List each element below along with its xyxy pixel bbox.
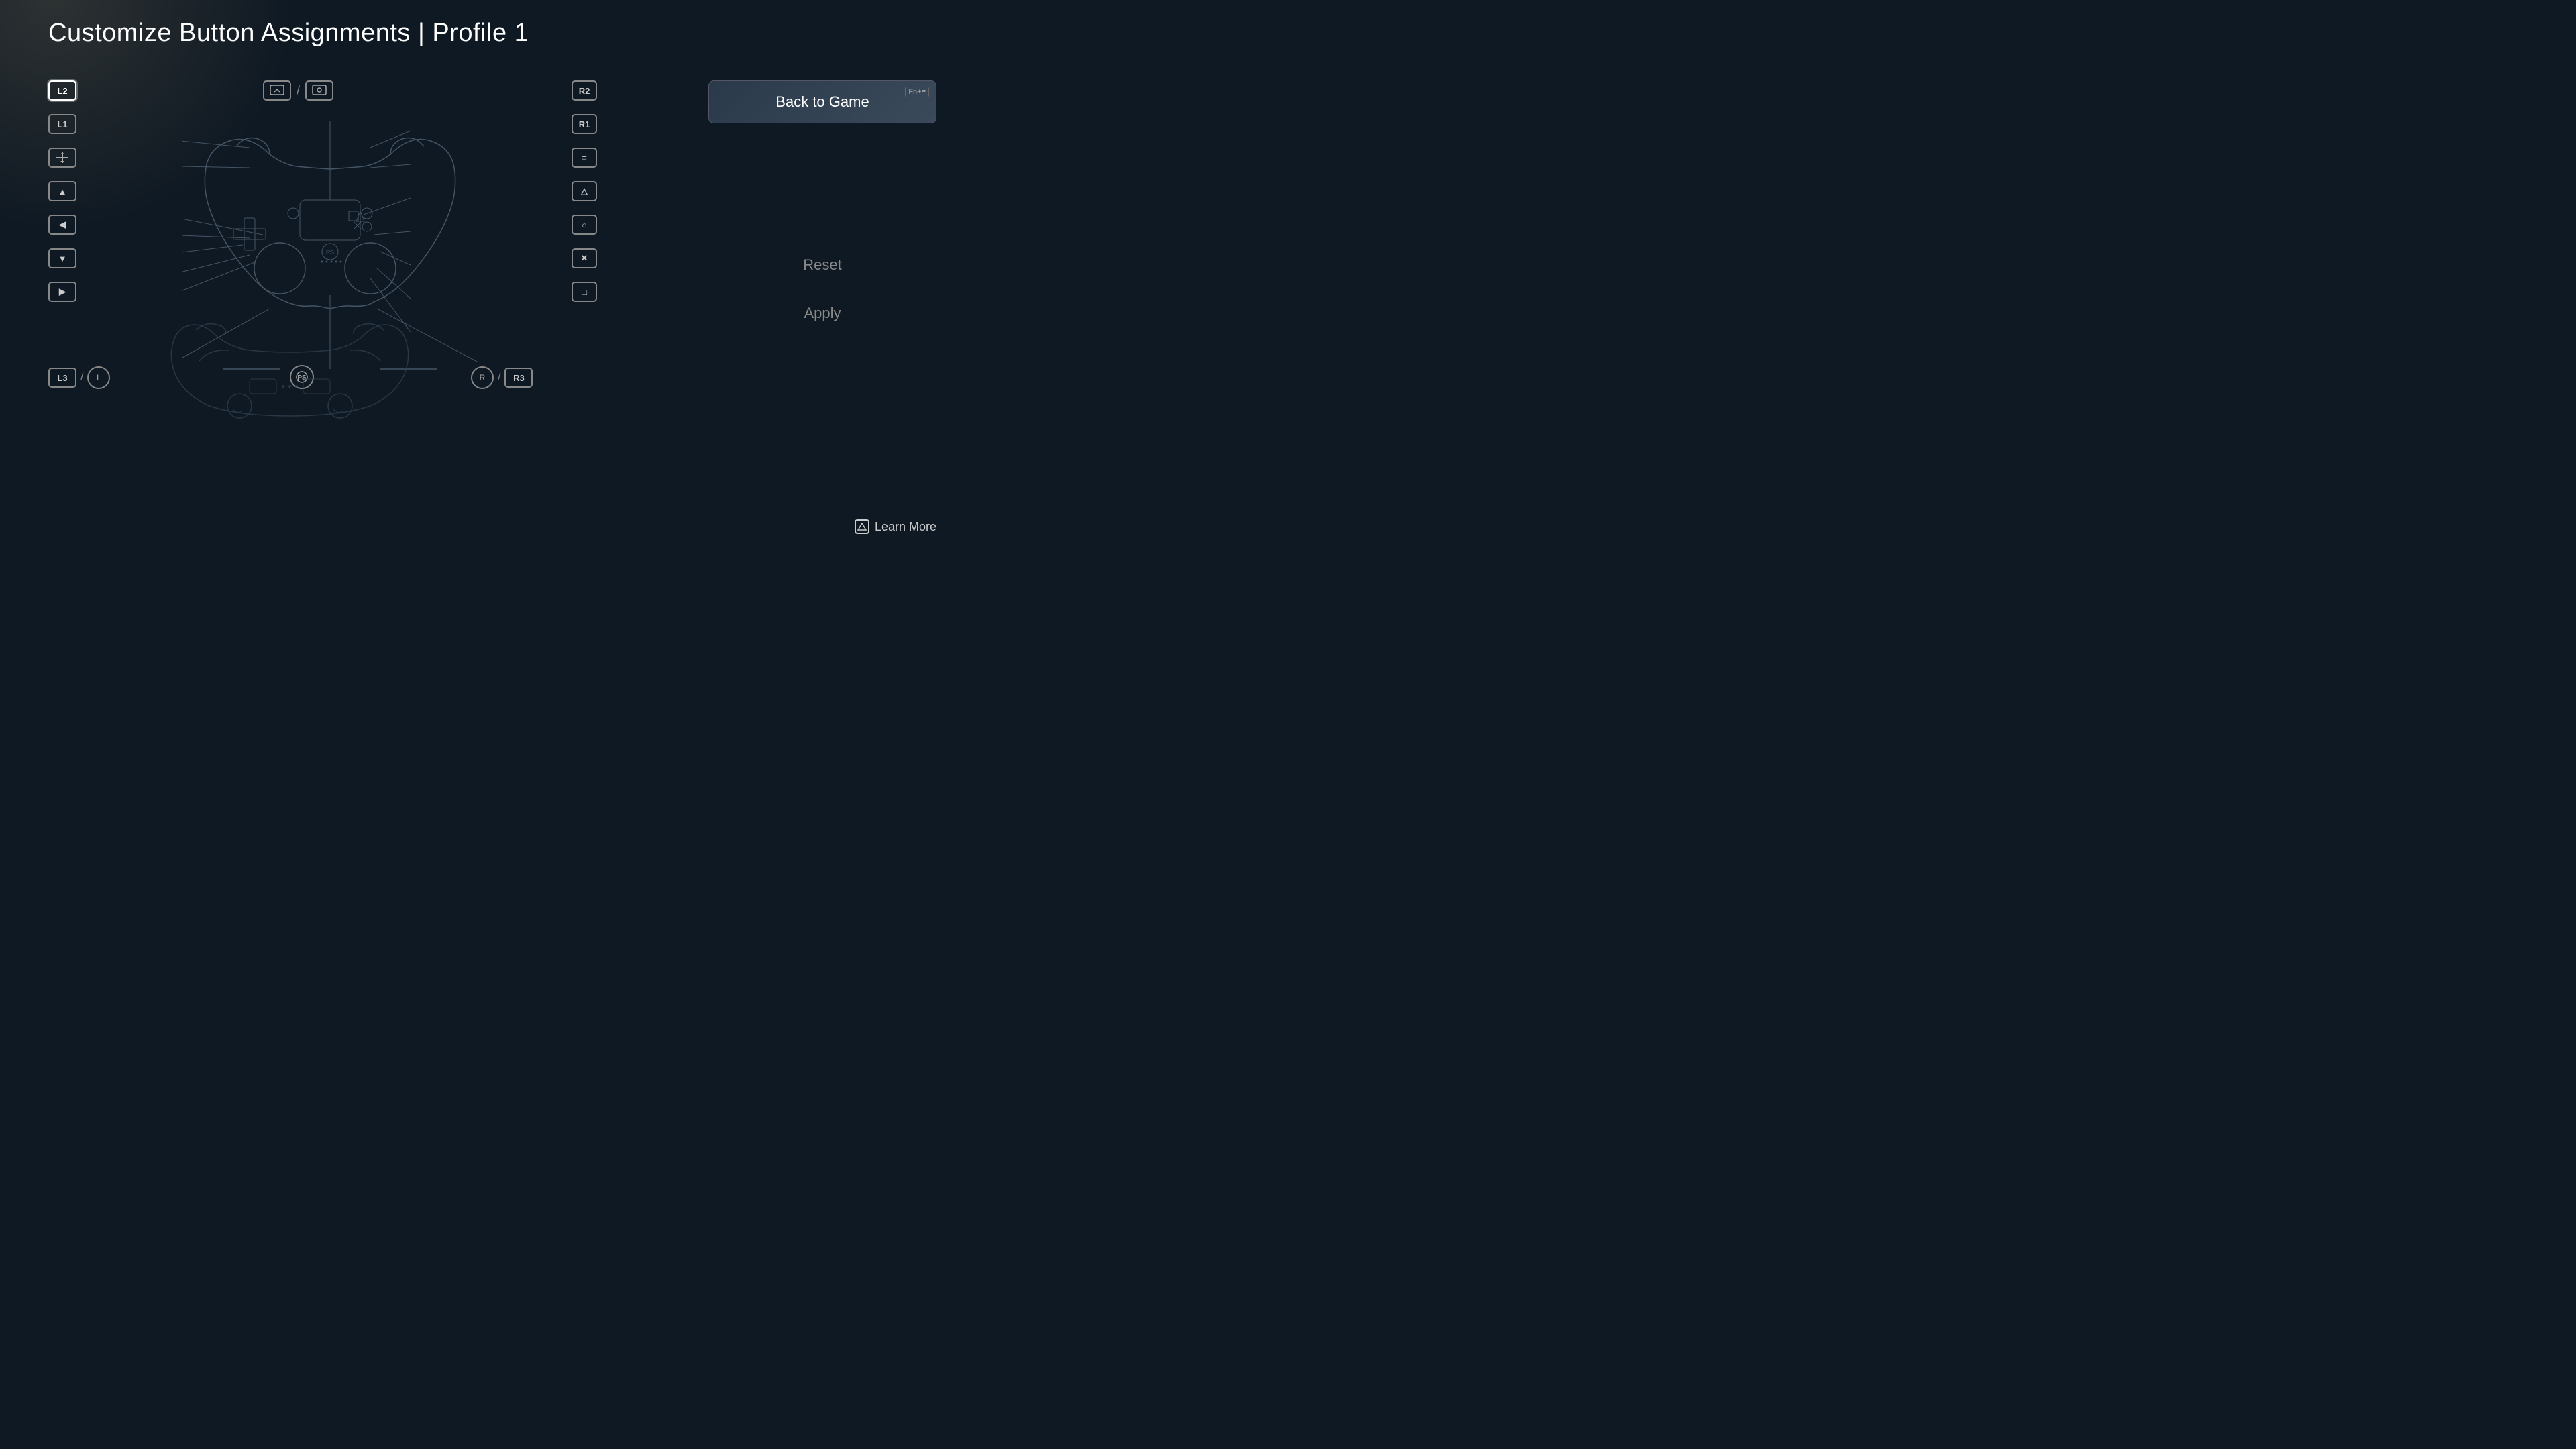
left-joystick-icon[interactable]: L xyxy=(87,366,110,389)
square-button[interactable]: □ xyxy=(572,282,597,302)
controller-area: / L2 L1 ▲ ◀ ▼ ▶ R2 xyxy=(48,80,612,396)
dpad-right-button[interactable]: ▶ xyxy=(48,282,76,302)
dpad-down-button[interactable]: ▼ xyxy=(48,248,76,268)
touchpad-area: / xyxy=(263,80,333,101)
right-panel: Fn+≡ Back to Game Reset Apply xyxy=(708,80,936,334)
dpad-left-button[interactable]: ◀ xyxy=(48,215,76,235)
touchpad-sep: / xyxy=(297,84,300,98)
r3-area: R / R3 xyxy=(471,366,533,389)
svg-text:PS: PS xyxy=(326,249,334,256)
page-title: Customize Button Assignments | Profile 1 xyxy=(48,19,529,48)
circle-button[interactable]: ○ xyxy=(572,215,597,235)
dpad-vertical-button[interactable] xyxy=(48,148,76,168)
controller-diagram: PS xyxy=(182,121,478,409)
cross-button[interactable]: ✕ xyxy=(572,248,597,268)
options-button[interactable]: ≡ xyxy=(572,148,597,168)
r2-button[interactable]: R2 xyxy=(572,80,597,101)
l3-area: L3 / L xyxy=(48,366,110,389)
l2-button[interactable]: L2 xyxy=(48,80,76,101)
touchpad-icon-2[interactable] xyxy=(305,80,333,101)
triangle-icon xyxy=(855,519,869,534)
fn-badge: Fn+≡ xyxy=(905,87,929,97)
reset-button[interactable]: Reset xyxy=(708,244,936,286)
dpad-up-button[interactable]: ▲ xyxy=(48,181,76,201)
r1-button[interactable]: R1 xyxy=(572,114,597,134)
learn-more-button[interactable]: Learn More xyxy=(855,519,936,534)
r3-sep: / xyxy=(498,372,500,384)
l3-sep: / xyxy=(80,372,83,384)
back-to-game-button[interactable]: Fn+≡ Back to Game xyxy=(708,80,936,123)
l1-button[interactable]: L1 xyxy=(48,114,76,134)
apply-button[interactable]: Apply xyxy=(708,292,936,334)
r3-button[interactable]: R3 xyxy=(504,368,533,388)
triangle-button[interactable]: △ xyxy=(572,181,597,201)
touchpad-icon-1[interactable] xyxy=(263,80,291,101)
l3-button[interactable]: L3 xyxy=(48,368,76,388)
